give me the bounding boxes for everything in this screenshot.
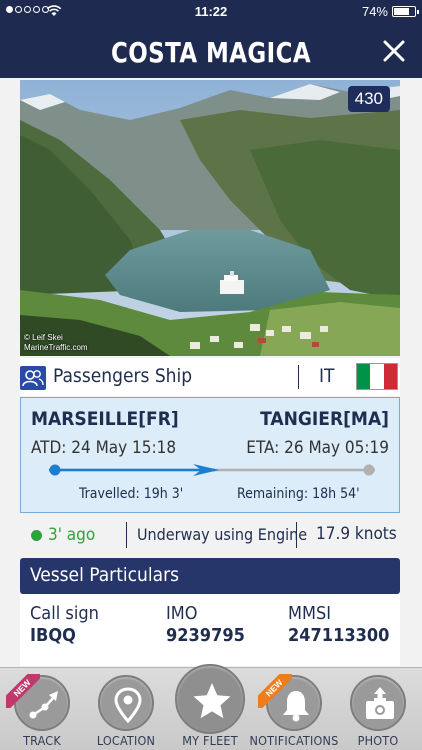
location-pin-icon — [114, 687, 142, 724]
navigation-status: Underway using Engine — [137, 525, 308, 544]
destination-dot-icon — [363, 464, 375, 476]
vessel-type-label: Passengers Ship — [53, 365, 193, 387]
divider — [298, 365, 299, 389]
status-time: 11:22 — [194, 4, 228, 19]
battery-percentage: 74% — [361, 4, 388, 19]
bottom-tab-bar: NEW TRACK LOCATION MY FLEET NEW NOTIFICA… — [0, 664, 422, 750]
online-status-icon — [31, 530, 42, 541]
photo-credit: © Leif Skei MarineTraffic.com — [24, 333, 88, 352]
battery-icon — [392, 6, 419, 17]
destination-port: TANGIER[MA] — [260, 408, 389, 430]
mmsi-field: MMSI 247113300 — [288, 603, 390, 646]
tab-photo[interactable]: PHOTO — [336, 668, 420, 750]
departure-time: ATD: 24 May 15:18 — [31, 438, 177, 458]
travelled-time: Travelled: 19h 3' — [79, 486, 184, 502]
call-sign-field: Call sign IBQQ — [30, 603, 99, 646]
last-position-age: 3' ago — [48, 525, 96, 545]
section-title: Vessel Particulars — [30, 564, 180, 586]
vessel-name-title: COSTA MAGICA — [110, 36, 312, 69]
vessel-photo[interactable]: 430 © Leif Skei MarineTraffic.com — [20, 80, 400, 356]
vessel-particulars: Call sign IBQQ IMO 9239795 MMSI 24711330… — [20, 594, 400, 666]
remaining-time: Remaining: 18h 54' — [237, 486, 360, 502]
country-code: IT — [319, 365, 335, 387]
voyage-progress-bar — [49, 464, 375, 476]
navigation-status-row: 3' ago Underway using Engine 17.9 knots — [20, 514, 400, 556]
tab-location[interactable]: LOCATION — [84, 668, 168, 750]
new-badge: NEW — [258, 674, 292, 708]
camera-upload-icon — [366, 687, 394, 719]
vessel-type-row: Passengers Ship IT — [20, 358, 400, 396]
vessel-speed: 17.9 knots — [316, 524, 397, 544]
divider — [126, 522, 127, 548]
italy-flag-icon — [356, 363, 398, 390]
star-icon — [193, 683, 231, 719]
vessel-particulars-header[interactable]: Vessel Particulars — [20, 558, 400, 594]
fjord-landscape-image — [20, 80, 400, 356]
close-icon[interactable] — [380, 37, 408, 65]
photo-count-badge: 430 — [347, 86, 390, 112]
voyage-panel[interactable]: MARSEILLE[FR] TANGIER[MA] ATD: 24 May 15… — [20, 397, 400, 513]
tab-my-fleet[interactable]: MY FLEET — [168, 664, 252, 750]
origin-dot-icon — [49, 464, 61, 476]
passengers-icon — [20, 366, 46, 390]
new-badge: NEW — [6, 674, 40, 708]
tab-track[interactable]: NEW TRACK — [0, 668, 84, 750]
imo-field: IMO 9239795 — [166, 603, 245, 646]
arrival-time: ETA: 26 May 05:19 — [246, 438, 389, 458]
tab-notifications[interactable]: NEW NOTIFICATIONS — [250, 668, 338, 750]
title-bar: COSTA MAGICA — [0, 24, 422, 78]
divider — [296, 522, 297, 548]
origin-port: MARSEILLE[FR] — [31, 408, 179, 430]
status-bar: 11:22 74% — [0, 0, 422, 24]
